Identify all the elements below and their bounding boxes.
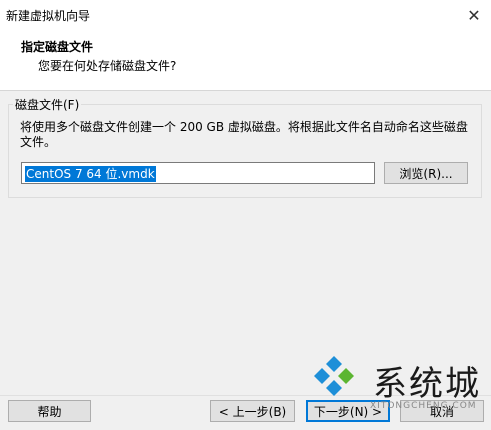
watermark-text: 系统城: [373, 364, 481, 404]
disk-file-label: 磁盘文件(F): [13, 96, 82, 113]
watermark: 系统城 XITONGCHENG.COM: [300, 352, 490, 411]
help-button[interactable]: 帮助: [8, 400, 91, 422]
page-title: 指定磁盘文件: [21, 40, 94, 54]
watermark-logo-icon: [314, 356, 354, 396]
page-subtitle: 您要在何处存储磁盘文件?: [38, 59, 177, 73]
close-icon[interactable]: ✕: [457, 0, 491, 30]
watermark-subtext: XITONGCHENG.COM: [370, 401, 477, 411]
back-button[interactable]: < 上一步(B): [210, 400, 295, 422]
browse-button[interactable]: 浏览(R)...: [384, 162, 468, 184]
title-bar: 新建虚拟机向导 ✕: [0, 0, 491, 30]
window-title: 新建虚拟机向导: [6, 9, 91, 23]
disk-file-input[interactable]: CentOS 7 64 位.vmdk: [21, 162, 375, 184]
disk-file-value: CentOS 7 64 位.vmdk: [25, 166, 156, 182]
disk-file-description: 将使用多个磁盘文件创建一个 200 GB 虚拟磁盘。将根据此文件名自动命名这些磁…: [20, 120, 468, 149]
wizard-header: 指定磁盘文件 您要在何处存储磁盘文件?: [0, 30, 491, 91]
